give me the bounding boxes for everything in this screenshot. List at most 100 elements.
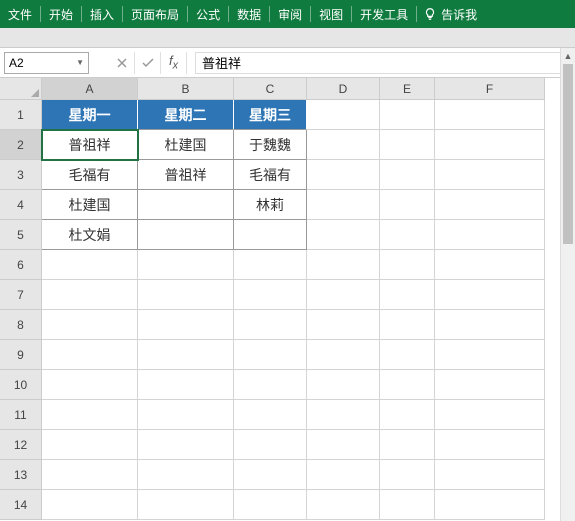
scroll-up-button[interactable]: ▲ <box>561 48 575 63</box>
row-header-4[interactable]: 4 <box>0 190 42 220</box>
cancel-formula-button[interactable] <box>109 52 135 74</box>
cell-A10[interactable] <box>42 370 138 400</box>
cell-B10[interactable] <box>138 370 234 400</box>
cell-F7[interactable] <box>435 280 545 310</box>
cell-A8[interactable] <box>42 310 138 340</box>
tab-formulas[interactable]: 公式 <box>188 0 228 28</box>
cell-B12[interactable] <box>138 430 234 460</box>
row-header-2[interactable]: 2 <box>0 130 42 160</box>
col-header-F[interactable]: F <box>435 78 545 100</box>
cell-C14[interactable] <box>234 490 307 520</box>
cell-F12[interactable] <box>435 430 545 460</box>
cell-A1[interactable]: 星期一 <box>42 100 138 130</box>
cell-B7[interactable] <box>138 280 234 310</box>
cell-C9[interactable] <box>234 340 307 370</box>
cell-C10[interactable] <box>234 370 307 400</box>
row-header-11[interactable]: 11 <box>0 400 42 430</box>
cell-B1[interactable]: 星期二 <box>138 100 234 130</box>
row-header-13[interactable]: 13 <box>0 460 42 490</box>
tab-home[interactable]: 开始 <box>41 0 81 28</box>
cell-F5[interactable] <box>435 220 545 250</box>
cell-C12[interactable] <box>234 430 307 460</box>
cell-D10[interactable] <box>307 370 380 400</box>
cell-A2[interactable]: 普祖祥 <box>42 130 138 160</box>
select-all-corner[interactable] <box>0 78 42 100</box>
cell-F1[interactable] <box>435 100 545 130</box>
row-header-3[interactable]: 3 <box>0 160 42 190</box>
row-header-5[interactable]: 5 <box>0 220 42 250</box>
cell-E5[interactable] <box>380 220 435 250</box>
name-box[interactable]: A2 ▼ <box>4 52 89 74</box>
cell-C3[interactable]: 毛福有 <box>234 160 307 190</box>
cell-A12[interactable] <box>42 430 138 460</box>
formula-bar-input[interactable]: 普祖祥 <box>195 52 569 74</box>
cell-B9[interactable] <box>138 340 234 370</box>
cell-F3[interactable] <box>435 160 545 190</box>
cell-E7[interactable] <box>380 280 435 310</box>
cell-B14[interactable] <box>138 490 234 520</box>
cell-E3[interactable] <box>380 160 435 190</box>
cell-A7[interactable] <box>42 280 138 310</box>
cell-F2[interactable] <box>435 130 545 160</box>
cell-F4[interactable] <box>435 190 545 220</box>
cell-E1[interactable] <box>380 100 435 130</box>
col-header-B[interactable]: B <box>138 78 234 100</box>
cell-F13[interactable] <box>435 460 545 490</box>
row-header-12[interactable]: 12 <box>0 430 42 460</box>
cell-D3[interactable] <box>307 160 380 190</box>
cell-D1[interactable] <box>307 100 380 130</box>
tell-me[interactable]: 告诉我 <box>423 6 477 23</box>
tab-file[interactable]: 文件 <box>0 0 40 28</box>
cell-E6[interactable] <box>380 250 435 280</box>
cell-A13[interactable] <box>42 460 138 490</box>
cell-D2[interactable] <box>307 130 380 160</box>
cell-A11[interactable] <box>42 400 138 430</box>
tab-pagelayout[interactable]: 页面布局 <box>123 0 187 28</box>
cell-D11[interactable] <box>307 400 380 430</box>
cell-C8[interactable] <box>234 310 307 340</box>
cell-B13[interactable] <box>138 460 234 490</box>
cell-E2[interactable] <box>380 130 435 160</box>
cell-D9[interactable] <box>307 340 380 370</box>
cell-C4[interactable]: 林莉 <box>234 190 307 220</box>
cell-B6[interactable] <box>138 250 234 280</box>
cell-F6[interactable] <box>435 250 545 280</box>
cell-E8[interactable] <box>380 310 435 340</box>
cell-F8[interactable] <box>435 310 545 340</box>
cell-B4[interactable] <box>138 190 234 220</box>
cell-A5[interactable]: 杜文娟 <box>42 220 138 250</box>
cell-F14[interactable] <box>435 490 545 520</box>
cell-E9[interactable] <box>380 340 435 370</box>
cell-E12[interactable] <box>380 430 435 460</box>
row-header-7[interactable]: 7 <box>0 280 42 310</box>
cell-C13[interactable] <box>234 460 307 490</box>
cell-D6[interactable] <box>307 250 380 280</box>
cell-C6[interactable] <box>234 250 307 280</box>
tab-view[interactable]: 视图 <box>311 0 351 28</box>
cell-E14[interactable] <box>380 490 435 520</box>
cell-D8[interactable] <box>307 310 380 340</box>
cell-F10[interactable] <box>435 370 545 400</box>
cell-D12[interactable] <box>307 430 380 460</box>
cell-C2[interactable]: 于魏魏 <box>234 130 307 160</box>
scroll-thumb[interactable] <box>563 64 573 244</box>
cell-F9[interactable] <box>435 340 545 370</box>
cell-A3[interactable]: 毛福有 <box>42 160 138 190</box>
cell-E13[interactable] <box>380 460 435 490</box>
enter-formula-button[interactable] <box>135 52 161 74</box>
cell-E4[interactable] <box>380 190 435 220</box>
cell-D4[interactable] <box>307 190 380 220</box>
cell-B2[interactable]: 杜建国 <box>138 130 234 160</box>
cell-D13[interactable] <box>307 460 380 490</box>
row-header-10[interactable]: 10 <box>0 370 42 400</box>
cell-C1[interactable]: 星期三 <box>234 100 307 130</box>
cell-B8[interactable] <box>138 310 234 340</box>
cell-A14[interactable] <box>42 490 138 520</box>
tab-review[interactable]: 审阅 <box>270 0 310 28</box>
row-header-1[interactable]: 1 <box>0 100 42 130</box>
col-header-D[interactable]: D <box>307 78 380 100</box>
col-header-E[interactable]: E <box>380 78 435 100</box>
cell-D14[interactable] <box>307 490 380 520</box>
cell-B5[interactable] <box>138 220 234 250</box>
insert-function-button[interactable]: fx <box>161 52 187 74</box>
